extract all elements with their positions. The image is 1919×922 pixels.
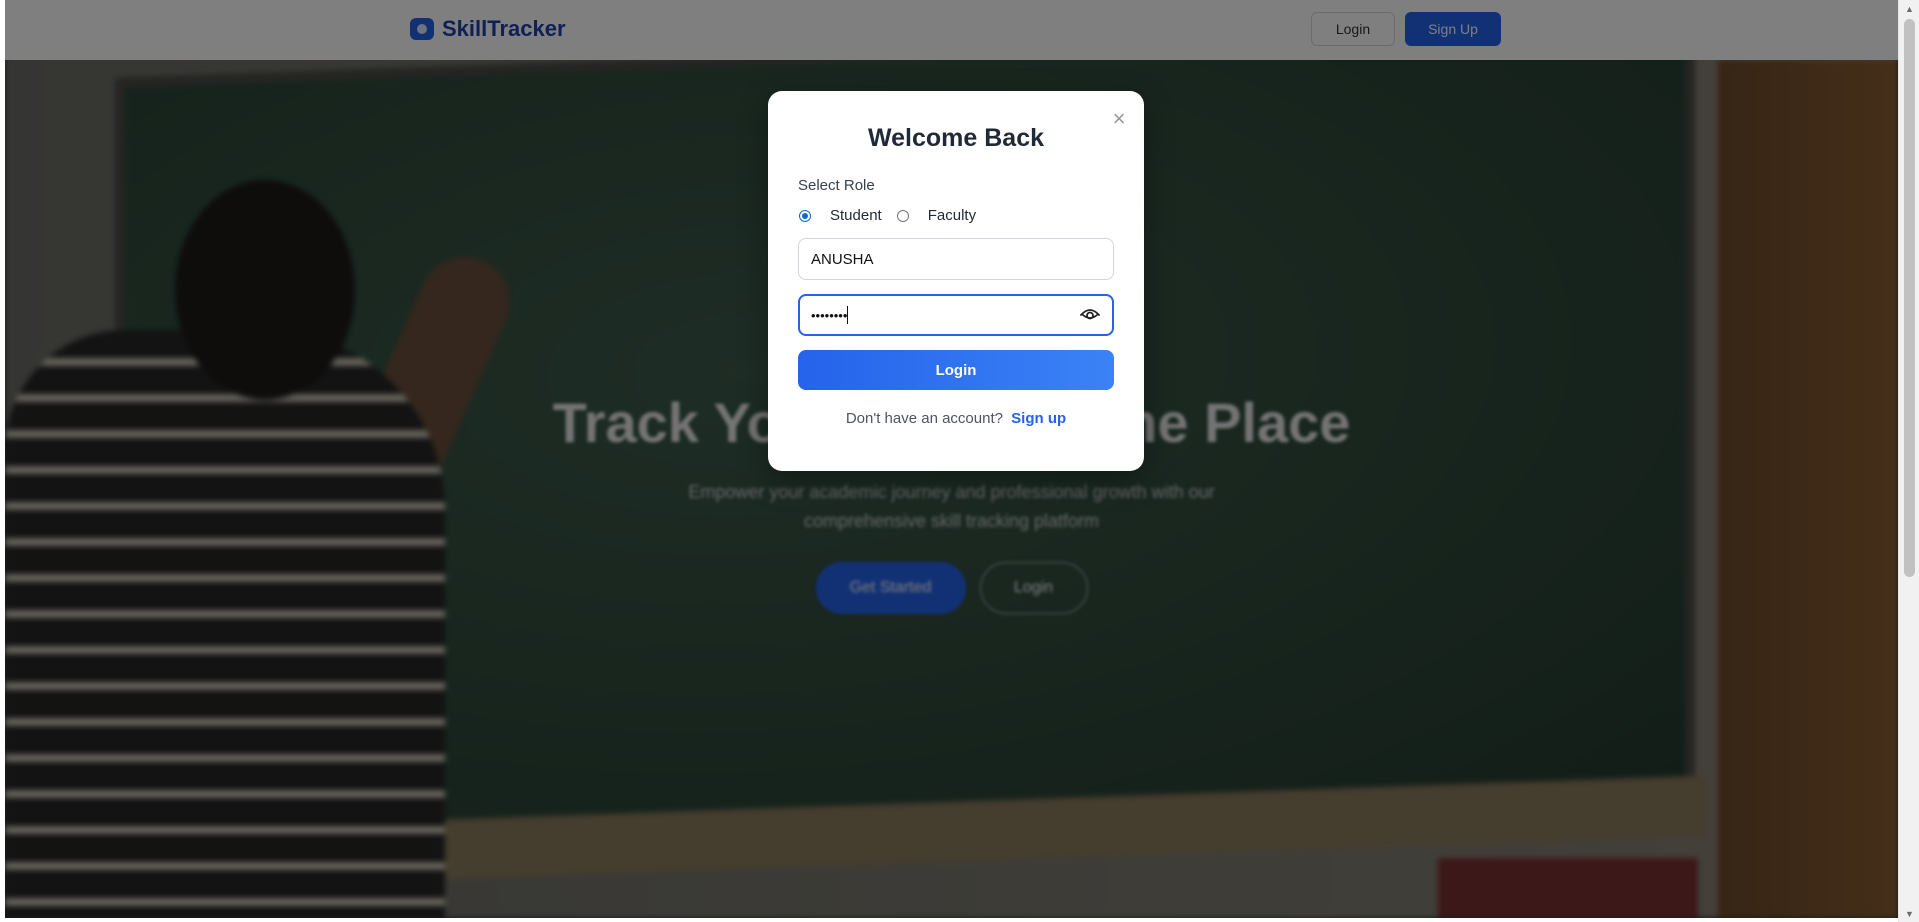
modal-title: Welcome Back bbox=[867, 124, 1044, 152]
student-radio-label[interactable]: Student bbox=[830, 207, 882, 224]
password-field[interactable]: •••••••• bbox=[798, 294, 1114, 336]
role-label: Select Role bbox=[798, 177, 875, 194]
scroll-up-icon[interactable]: ▲ bbox=[1899, 0, 1919, 17]
student-radio[interactable] bbox=[799, 209, 811, 222]
signup-prompt: Don't have an account? bbox=[845, 410, 1003, 427]
text-caret bbox=[847, 306, 849, 324]
username-field[interactable] bbox=[798, 238, 1114, 280]
signup-prompt-row: Don't have an account? Sign up bbox=[798, 410, 1114, 427]
login-button[interactable]: Login bbox=[798, 350, 1114, 390]
scroll-down-icon[interactable]: ▼ bbox=[1899, 905, 1919, 922]
eye-icon[interactable] bbox=[1079, 304, 1101, 326]
vertical-scrollbar[interactable]: ▲ ▼ bbox=[1898, 0, 1919, 922]
username-input[interactable] bbox=[811, 250, 1101, 268]
password-input[interactable]: •••••••• bbox=[811, 308, 847, 323]
login-modal: × Welcome Back Select Role Student Facul… bbox=[768, 91, 1144, 471]
role-selector: Student Faculty bbox=[798, 207, 1114, 224]
faculty-radio[interactable] bbox=[896, 209, 909, 222]
close-icon[interactable]: × bbox=[1108, 105, 1130, 133]
landing-page: Track Your Skills in One Place Empower y… bbox=[5, 0, 1898, 918]
signup-link[interactable]: Sign up bbox=[1011, 410, 1066, 427]
scroll-thumb[interactable] bbox=[1904, 19, 1915, 577]
faculty-radio-label[interactable]: Faculty bbox=[928, 207, 976, 224]
